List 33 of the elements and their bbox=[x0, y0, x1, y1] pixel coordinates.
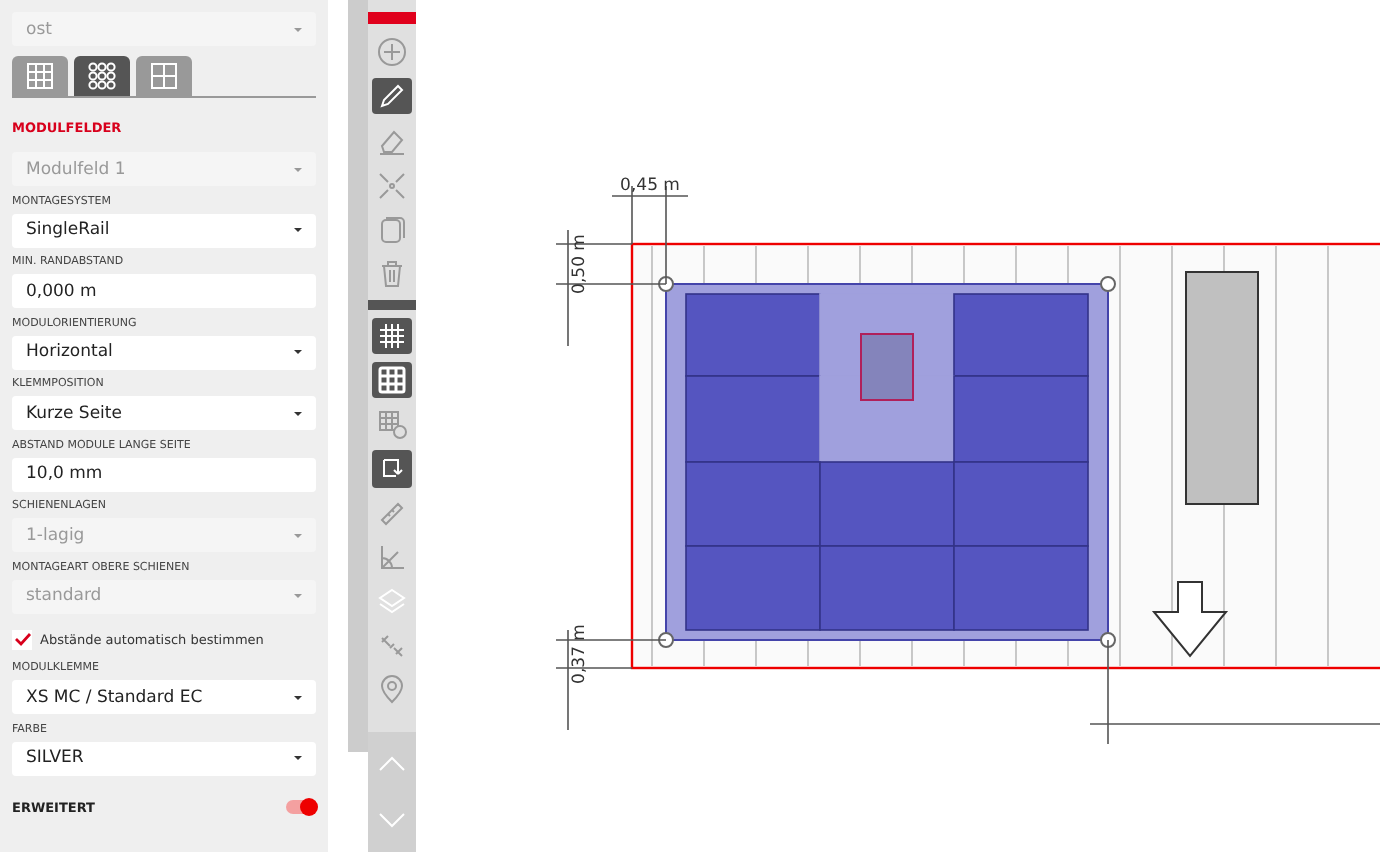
grid-icon bbox=[150, 62, 178, 90]
dropdown-select[interactable]: Kurze Seite bbox=[12, 396, 316, 430]
caret-icon bbox=[294, 533, 302, 537]
toolbar-separator bbox=[368, 299, 416, 311]
toggle-switch[interactable] bbox=[286, 800, 316, 814]
scrollbar[interactable] bbox=[348, 0, 368, 752]
dropdown-select[interactable]: XS MC / Standard EC bbox=[12, 680, 316, 714]
dropdown-select[interactable]: SILVER bbox=[12, 741, 316, 775]
down-arrow-icon bbox=[1151, 581, 1229, 658]
caret-icon bbox=[294, 695, 302, 699]
caret-icon bbox=[294, 167, 302, 171]
dimension-label: 0,37 m bbox=[570, 624, 590, 684]
caret-icon bbox=[294, 350, 302, 354]
grid-icon[interactable] bbox=[372, 318, 412, 355]
input-field[interactable]: 10,0 mm bbox=[12, 457, 316, 491]
caret-icon bbox=[294, 228, 302, 232]
input-field[interactable]: 0,000 m bbox=[12, 274, 316, 308]
dropdown-select[interactable]: SingleRail bbox=[12, 213, 316, 247]
dimension-label: 0,45 m bbox=[620, 176, 680, 196]
pencil-icon[interactable] bbox=[372, 78, 412, 115]
view-tab[interactable] bbox=[74, 56, 130, 96]
caret-icon bbox=[294, 756, 302, 760]
grid-icon[interactable] bbox=[372, 362, 412, 399]
caret-icon bbox=[294, 594, 302, 598]
dropdown-select[interactable]: Horizontal bbox=[12, 335, 316, 369]
caret-icon bbox=[294, 411, 302, 415]
rotate-icon[interactable] bbox=[372, 450, 412, 488]
grid-icon bbox=[26, 62, 54, 90]
dot-grid-icon bbox=[88, 62, 116, 90]
caret-icon bbox=[294, 27, 302, 31]
checkbox[interactable] bbox=[12, 629, 32, 649]
dimension-label: 0,50 m bbox=[570, 234, 590, 294]
toolbar-header bbox=[368, 12, 416, 25]
